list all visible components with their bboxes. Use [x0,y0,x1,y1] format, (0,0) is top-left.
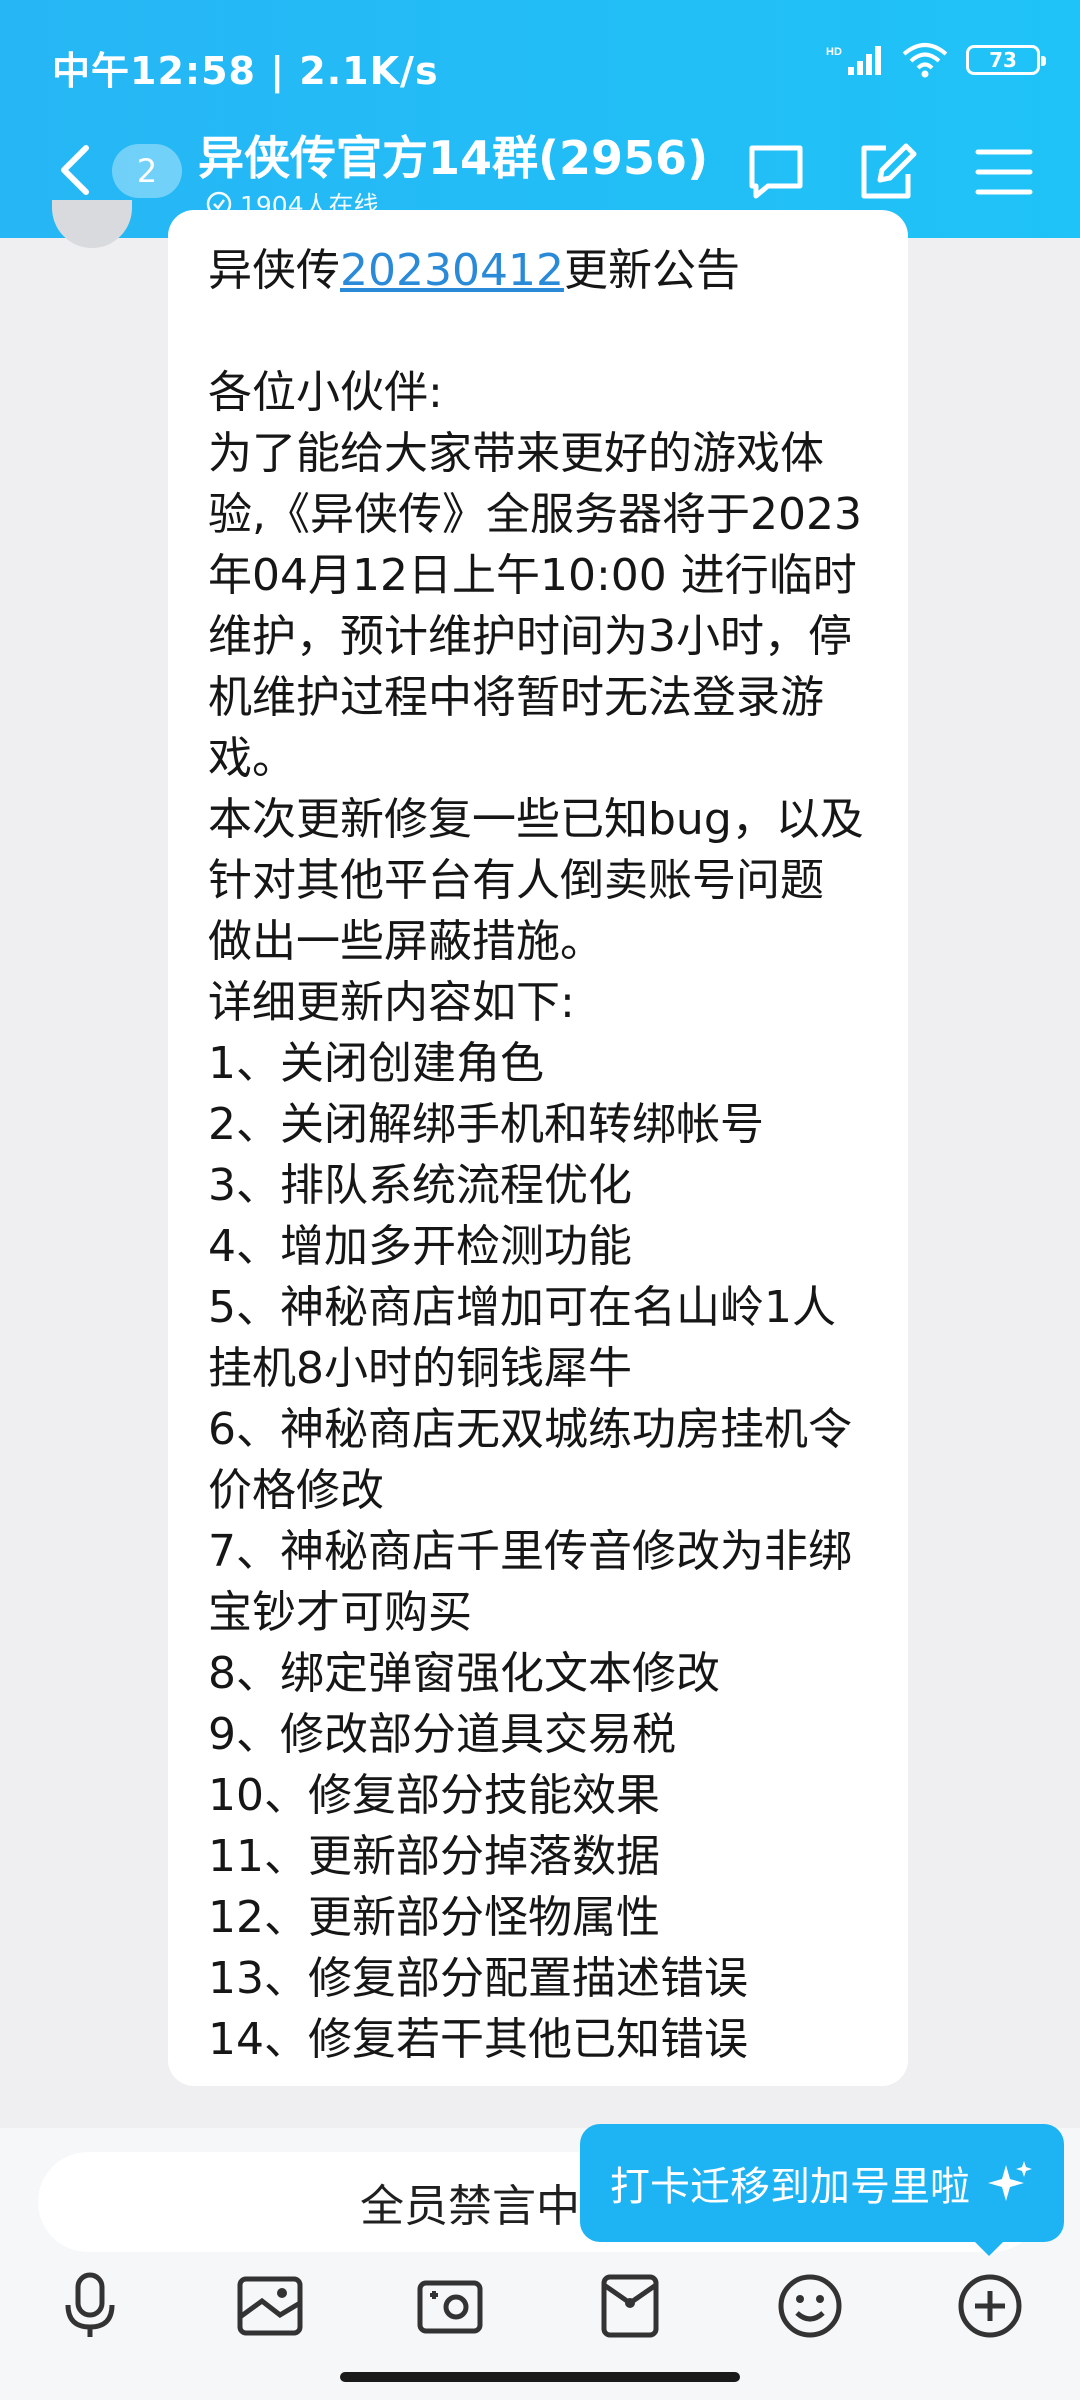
message-line: 8、绑定弹窗强化文本修改 [208,1648,720,1699]
emoji-button[interactable] [770,2266,850,2346]
status-time: 中午12:58 | 2.1K/s [52,49,439,93]
image-button[interactable] [230,2266,310,2346]
message-line: 12、更新部分怪物属性 [208,1892,660,1943]
emoji-icon [778,2274,842,2338]
red-packet-button[interactable] [590,2266,670,2346]
message-line: 机维护过程中将暂时无法登录游 [208,672,824,723]
message-line: 9、修改部分道具交易税 [208,1709,676,1760]
sender-avatar[interactable] [52,200,132,248]
message-line: 维护，预计维护时间为3小时，停 [208,611,852,662]
message-line: 6、神秘商店无双城练功房挂机令 [208,1404,852,1455]
app-header: 中午12:58 | 2.1K/s HD 73 2 异侠传官方14群(2956) [0,0,1080,238]
home-indicator[interactable] [340,2372,740,2382]
status-bar: 中午12:58 | 2.1K/s HD 73 [0,0,1080,120]
battery-indicator: 73 [966,45,1046,75]
message-line: 针对其他平台有人倒卖账号问题 [208,855,824,906]
message-line: 挂机8小时的铜钱犀牛 [208,1343,632,1394]
message-bubble[interactable]: 异侠传20230412更新公告 各位小伙伴: 为了能给大家带来更好的游戏体 验,… [168,210,908,2086]
hd-label: HD [826,46,842,58]
feature-tip[interactable]: 打卡迁移到加号里啦 [580,2124,1064,2242]
wifi-icon [902,43,948,78]
message-line: 戏。 [208,733,296,784]
voice-button[interactable] [50,2266,130,2346]
red-packet-icon [601,2274,659,2338]
more-button[interactable] [950,2266,1030,2346]
message-line: 为了能给大家带来更好的游戏体 [208,428,824,479]
signal-icon: HD [826,46,881,75]
tip-text: 打卡迁移到加号里啦 [610,2164,970,2210]
message-line: 价格修改 [208,1465,384,1516]
muted-label: 全员禁言中 [360,2181,580,2232]
message-line: 4、增加多开检测功能 [208,1221,632,1272]
sparkle-icon [988,2161,1032,2201]
edit-icon[interactable] [856,140,920,204]
unread-badge[interactable]: 2 [112,144,182,198]
menu-icon[interactable] [972,140,1036,204]
date-link[interactable]: 20230412 [340,245,564,296]
message-line: 年04月12日上午10:00 进行临时 [208,550,857,601]
message-line: 各位小伙伴: [208,367,443,418]
message-line: 5、神秘商店增加可在名山岭1人 [208,1282,836,1333]
back-arrow-icon[interactable] [52,140,98,200]
message-line: 验,《异侠传》全服务器将于2023 [208,489,862,540]
message-line [208,301,868,362]
message-line-title: 异侠传20230412更新公告 [208,245,740,296]
message-line: 1、关闭创建角色 [208,1038,544,1089]
status-icons: HD 73 [826,42,1046,78]
chat-title[interactable]: 异侠传官方14群(2956) [198,122,708,188]
image-icon [237,2276,303,2336]
message-line: 做出一些屏蔽措施。 [208,916,604,967]
plus-circle-icon [958,2274,1022,2338]
message-line: 2、关闭解绑手机和转绑帐号 [208,1099,764,1150]
camera-button[interactable] [410,2266,490,2346]
tip-pointer [973,2240,1005,2256]
message-line: 10、修复部分技能效果 [208,1770,660,1821]
message-line: 宝钞才可购买 [208,1587,472,1638]
microphone-icon [65,2272,115,2337]
chat-tab-icon[interactable] [744,140,808,204]
message-line: 7、神秘商店千里传音修改为非绑 [208,1526,852,1577]
message-line: 11、更新部分掉落数据 [208,1831,660,1882]
camera-icon [417,2280,483,2334]
message-line: 本次更新修复一些已知bug，以及 [208,794,864,845]
input-toolbar [0,2266,1080,2356]
message-line: 14、修复若干其他已知错误 [208,2014,748,2065]
message-line: 详细更新内容如下: [208,977,575,1028]
message-line: 3、排队系统流程优化 [208,1160,632,1211]
message-line: 13、修复部分配置描述错误 [208,1953,748,2004]
